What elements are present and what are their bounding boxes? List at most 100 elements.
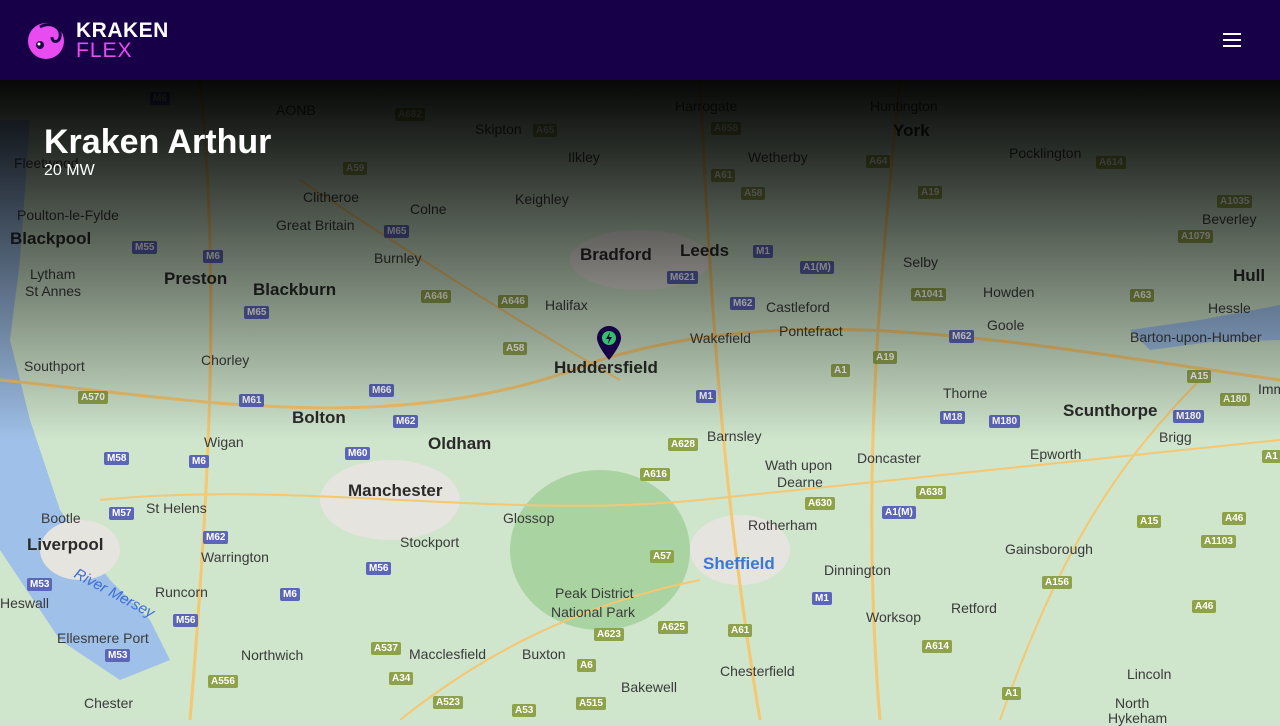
- map-label-york: York: [893, 121, 930, 140]
- map-label-oldham: Oldham: [428, 434, 492, 453]
- map-label-selby: Selby: [903, 254, 939, 270]
- map-label-immingham: Imm: [1258, 381, 1280, 397]
- map-label-blackburn: Blackburn: [253, 280, 337, 299]
- road-shield: A630: [805, 497, 835, 510]
- road-shield: A625: [658, 621, 688, 634]
- map-label-skipton: Skipton: [475, 121, 522, 137]
- map-label-barnsley: Barnsley: [707, 428, 762, 444]
- road-shield: A46: [1192, 600, 1217, 613]
- map-label-colne: Colne: [410, 201, 447, 217]
- map-label-macclesfield: Macclesfield: [409, 646, 487, 662]
- road-shield: A646: [421, 290, 451, 303]
- map-label-sheffield: Sheffield: [703, 554, 775, 573]
- map-label-chester: Chester: [84, 695, 134, 711]
- site-capacity: 20 MW: [44, 162, 95, 179]
- road-shield: M65: [244, 306, 270, 319]
- road-shield: M53: [27, 578, 53, 591]
- road-shield: A1079: [1178, 230, 1214, 243]
- map-label-howden: Howden: [983, 284, 1035, 300]
- road-shield: A46: [1222, 512, 1247, 525]
- map-label-warrington: Warrington: [201, 549, 269, 565]
- site-info: Kraken Arthur 20 MW: [44, 122, 271, 180]
- map-label-huntington: Huntington: [870, 98, 938, 114]
- road-shield: A1: [1002, 687, 1021, 700]
- map-label-goole: Goole: [987, 317, 1025, 333]
- map-label-wath: Wath upon: [765, 457, 833, 473]
- road-shield: A19: [918, 186, 943, 199]
- road-shield: A1035: [1217, 195, 1253, 208]
- road-shield: M65: [384, 225, 410, 238]
- site-name: Kraken Arthur: [44, 123, 272, 161]
- road-shield: A156: [1042, 576, 1072, 589]
- road-shield: A19: [873, 351, 898, 364]
- map-label-halifax: Halifax: [545, 297, 588, 313]
- road-shield: M57: [109, 507, 135, 520]
- map-label-burnley: Burnley: [374, 250, 422, 266]
- road-shield: M180: [1173, 410, 1205, 423]
- map-label-pontefract: Pontefract: [779, 323, 843, 339]
- road-shield: M6: [189, 455, 209, 468]
- map-label-hull: Hull: [1233, 266, 1266, 285]
- map-label-lytham: Lytham: [30, 266, 76, 282]
- road-shield: M6: [203, 250, 223, 263]
- road-shield: M62: [730, 297, 756, 310]
- map-label-northwich: Northwich: [241, 647, 304, 663]
- map-label-dearne: Dearne: [777, 474, 823, 490]
- map-label-rotherham: Rotherham: [748, 517, 818, 533]
- map-label-leeds: Leeds: [680, 241, 730, 260]
- map-label-wetherby: Wetherby: [748, 149, 808, 165]
- site-marker-pin[interactable]: [597, 326, 621, 365]
- map-label-preston: Preston: [164, 269, 228, 288]
- road-shield: A61: [711, 169, 736, 182]
- road-shield: A1103: [1201, 535, 1236, 548]
- map-label-blackpool: Blackpool: [10, 229, 92, 248]
- road-shield: A614: [922, 640, 952, 653]
- map-label-st-helens: St Helens: [146, 500, 207, 516]
- logo-text-flex: FLEX: [76, 38, 133, 62]
- road-shield: A58: [503, 342, 528, 355]
- top-header: KRAKEN FLEX: [0, 0, 1280, 80]
- road-shield: M62: [949, 330, 975, 343]
- road-shield: A570: [78, 391, 108, 404]
- map-label-stockport: Stockport: [400, 534, 460, 550]
- road-shield: M6: [280, 588, 300, 601]
- map-label-ilkley: Ilkley: [568, 149, 600, 165]
- hamburger-menu-icon[interactable]: [1218, 28, 1246, 52]
- map-label-clitheroe: Clitheroe: [303, 189, 360, 205]
- map-label-doncaster: Doncaster: [857, 450, 921, 466]
- road-shield: M1: [753, 245, 773, 258]
- map-label-peak-district-line2: National Park: [551, 604, 636, 620]
- map-label-liverpool: Liverpool: [27, 535, 104, 554]
- map-label-dinnington: Dinnington: [824, 562, 891, 578]
- map-label-retford: Retford: [951, 600, 997, 616]
- map-label-keighley: Keighley: [515, 191, 569, 207]
- road-shield: A180: [1220, 393, 1250, 406]
- road-shield: A64: [866, 155, 891, 168]
- road-shield: A556: [208, 675, 238, 688]
- road-shield: A1: [1262, 450, 1280, 463]
- kraken-flex-logo[interactable]: KRAKEN FLEX: [26, 19, 169, 61]
- map-label-chesterfield: Chesterfield: [720, 663, 795, 679]
- map-label-ellesmere-port: Ellesmere Port: [57, 630, 149, 646]
- road-shield: M56: [173, 614, 199, 627]
- map-label-great-britain: Great Britain: [276, 217, 355, 233]
- road-shield: A646: [498, 295, 528, 308]
- map-label-worksop: Worksop: [866, 609, 921, 625]
- road-shield: A57: [650, 550, 675, 563]
- road-shield: A1(M): [882, 506, 916, 519]
- road-shield: A65: [533, 124, 558, 137]
- map-label-scunthorpe: Scunthorpe: [1063, 401, 1158, 420]
- road-shield: M61: [239, 394, 265, 407]
- road-shield: A682: [395, 108, 425, 121]
- map-label-north: North: [1115, 695, 1150, 711]
- road-shield: A1(M): [800, 261, 834, 274]
- road-shield: M1: [812, 592, 832, 605]
- map-label-bakewell: Bakewell: [621, 679, 678, 695]
- kraken-logo-icon: [28, 23, 64, 59]
- map-label-gainsborough: Gainsborough: [1005, 541, 1093, 557]
- logo-text-kraken: KRAKEN: [76, 18, 169, 42]
- road-shield: A628: [668, 438, 698, 451]
- map-label-chorley: Chorley: [201, 352, 250, 368]
- map-label-castleford: Castleford: [766, 299, 830, 315]
- road-shield: M1: [696, 390, 716, 403]
